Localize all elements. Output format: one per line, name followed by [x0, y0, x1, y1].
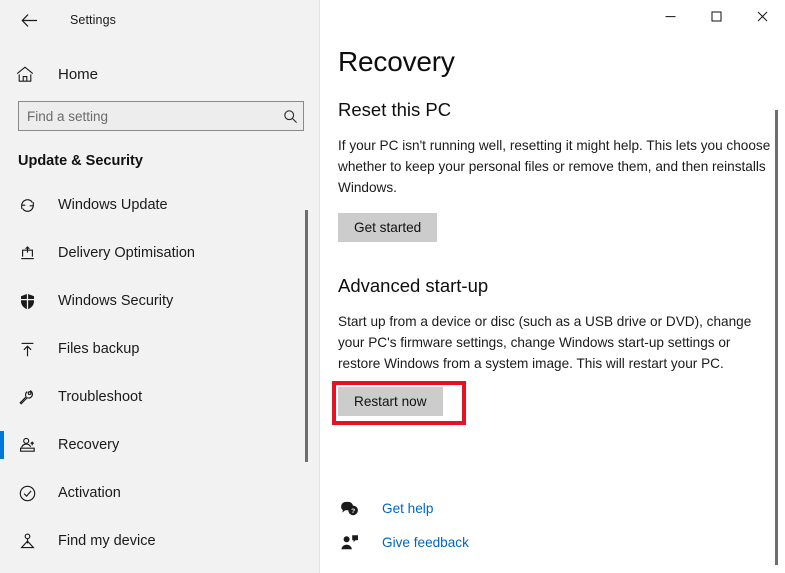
search-input[interactable] [19, 108, 277, 124]
get-help-label: Get help [382, 500, 434, 516]
sidebar-item-label: Troubleshoot [58, 389, 143, 405]
wrench-icon [16, 388, 38, 407]
sidebar-item-windows-security[interactable]: Windows Security [0, 277, 320, 325]
sidebar-item-label: Activation [58, 485, 121, 501]
close-icon[interactable] [739, 0, 785, 32]
advanced-section-heading: Advanced start-up [338, 275, 489, 296]
sidebar-item-label: Windows Update [58, 197, 168, 213]
sidebar-item-activation[interactable]: Activation [0, 469, 320, 517]
sidebar-item-find-my-device[interactable]: Find my device [0, 517, 320, 565]
sidebar-item-delivery-optimisation[interactable]: Delivery Optimisation [0, 229, 320, 277]
give-feedback-link[interactable]: Give feedback [338, 525, 638, 559]
settings-window: Settings Home Update & Security [0, 0, 785, 573]
restart-now-button[interactable]: Restart now [338, 387, 443, 416]
sidebar-item-troubleshoot[interactable]: Troubleshoot [0, 373, 320, 421]
feedback-person-icon [338, 534, 360, 551]
sidebar-item-recovery[interactable]: Recovery [0, 421, 320, 469]
shield-icon [16, 292, 38, 311]
advanced-startup-section: Advanced start-up Start up from a device… [332, 275, 785, 425]
recovery-icon [16, 436, 38, 455]
back-arrow-icon[interactable] [14, 5, 44, 35]
sidebar-item-home-label: Home [58, 65, 99, 83]
sidebar-scrollbar[interactable] [305, 210, 308, 462]
locate-device-icon [16, 532, 38, 551]
restart-now-wrapper: Restart now [332, 381, 466, 425]
sidebar-titlebar: Settings [0, 0, 320, 40]
delivery-upload-icon [16, 244, 38, 263]
app-title: Settings [70, 13, 116, 27]
advanced-section-description: Start up from a device or disc (such as … [338, 314, 752, 371]
sidebar-item-home[interactable]: Home [0, 55, 320, 93]
sidebar-item-files-backup[interactable]: Files backup [0, 325, 320, 373]
main-content: Recovery Reset this PC If your PC isn't … [320, 0, 785, 573]
search-icon[interactable] [277, 109, 303, 124]
sidebar-item-label: Files backup [58, 341, 140, 357]
upload-arrow-icon [16, 340, 38, 359]
window-controls [647, 0, 785, 40]
help-bubble-icon: ? [338, 500, 360, 517]
get-started-button[interactable]: Get started [338, 213, 438, 242]
home-icon [16, 65, 38, 83]
check-circle-icon [16, 484, 38, 503]
maximize-icon[interactable] [693, 0, 739, 32]
recovery-page: Recovery Reset this PC If your PC isn't … [320, 0, 785, 425]
sidebar-item-label: Windows Security [58, 293, 174, 309]
sidebar-category-title: Update & Security [18, 153, 143, 169]
sidebar-item-label: Delivery Optimisation [58, 245, 195, 261]
sidebar-nav: Windows Update Delivery Optimisation Win… [0, 181, 320, 565]
sync-icon [16, 196, 38, 215]
reset-section-description: If your PC isn't running well, resetting… [338, 138, 771, 195]
search-box[interactable] [18, 101, 304, 131]
help-links: ? Get help Give feedback [338, 491, 638, 559]
main-scrollbar[interactable] [775, 110, 778, 565]
sidebar-item-label: Recovery [58, 437, 120, 453]
give-feedback-label: Give feedback [382, 534, 469, 550]
minimize-icon[interactable] [647, 0, 693, 32]
page-title: Recovery [338, 46, 455, 77]
sidebar: Settings Home Update & Security [0, 0, 320, 573]
sidebar-item-label: Find my device [58, 533, 156, 549]
svg-text:?: ? [351, 508, 355, 515]
reset-section-heading: Reset this PC [338, 99, 452, 120]
sidebar-item-windows-update[interactable]: Windows Update [0, 181, 320, 229]
get-help-link[interactable]: ? Get help [338, 491, 638, 525]
